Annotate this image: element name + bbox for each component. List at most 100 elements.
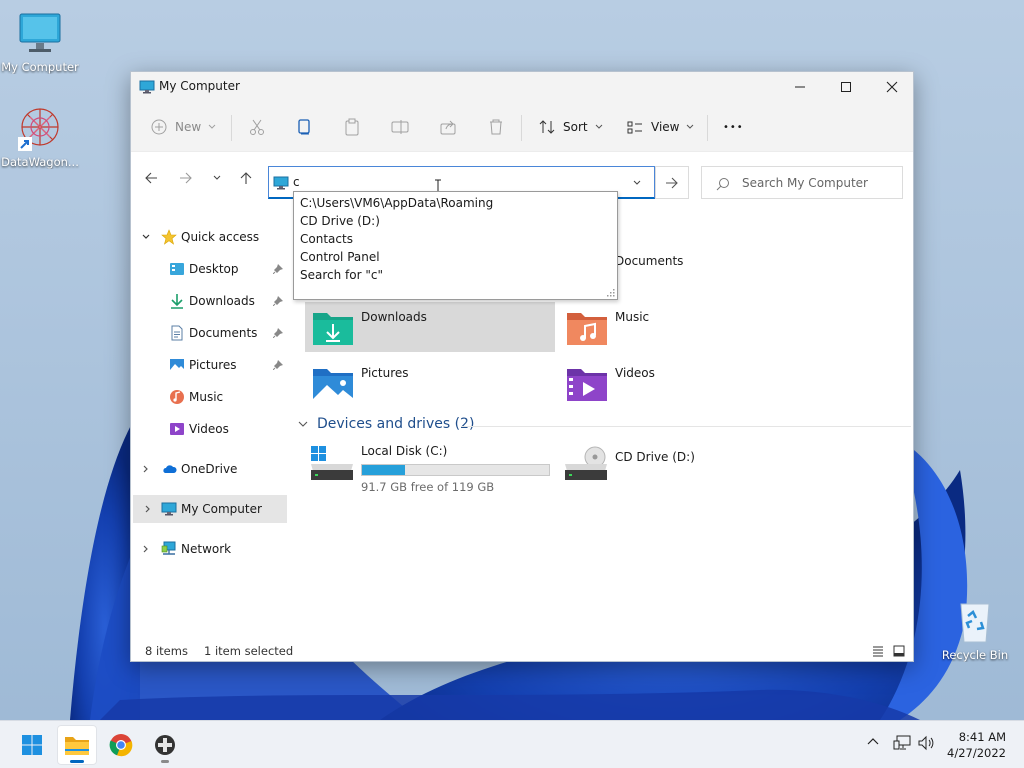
- rename-button[interactable]: [391, 112, 409, 142]
- drive-local-disk-c[interactable]: Local Disk (C:) 91.7 GB free of 119 GB: [305, 442, 555, 494]
- paste-button[interactable]: [343, 112, 361, 142]
- autocomplete-item[interactable]: Contacts: [294, 230, 617, 248]
- sidebar-item-documents[interactable]: Documents: [131, 319, 287, 347]
- pin-icon[interactable]: [273, 264, 283, 274]
- cloud-icon: [163, 465, 177, 473]
- sidebar-item-network[interactable]: Network: [131, 535, 287, 563]
- taskbar: 8:41 AM 4/27/2022: [0, 720, 1024, 768]
- go-to-address-button[interactable]: [655, 166, 689, 199]
- chevron-up-icon[interactable]: [866, 735, 880, 749]
- search-placeholder: Search My Computer: [742, 176, 868, 190]
- speaker-icon[interactable]: [917, 735, 935, 751]
- active-indicator: [70, 760, 84, 763]
- folder-music[interactable]: Music: [559, 302, 809, 352]
- chevron-right-icon[interactable]: [143, 504, 153, 514]
- start-button[interactable]: [12, 725, 52, 765]
- autocomplete-item[interactable]: Search for "c": [294, 266, 617, 284]
- back-button[interactable]: [141, 168, 161, 188]
- chevron-down-icon: [213, 175, 221, 180]
- tiles-view-icon[interactable]: [893, 645, 905, 657]
- autocomplete-item[interactable]: C:\Users\VM6\AppData\Roaming: [294, 194, 617, 212]
- share-button[interactable]: [439, 112, 457, 142]
- chevron-down-icon: [208, 124, 216, 129]
- rename-icon: [391, 120, 409, 134]
- folder-downloads[interactable]: Downloads: [305, 302, 555, 352]
- system-clock[interactable]: 8:41 AM 4/27/2022: [947, 729, 1006, 761]
- drive-cd-d[interactable]: CD Drive (D:): [559, 442, 809, 494]
- pin-icon[interactable]: [273, 360, 283, 370]
- disk-usage-bar: [361, 464, 550, 476]
- folder-icon: [65, 737, 89, 755]
- desktop-folder-icon: [170, 263, 184, 275]
- pictures-folder-icon: [313, 369, 353, 401]
- sidebar-item-quick-access[interactable]: Quick access: [131, 223, 287, 251]
- maximize-icon: [841, 82, 851, 92]
- sidebar-item-videos[interactable]: Videos: [131, 415, 287, 443]
- scissors-icon: [250, 119, 264, 135]
- taskbar-game-app[interactable]: [145, 725, 185, 765]
- share-icon: [440, 120, 456, 135]
- pin-icon[interactable]: [273, 328, 283, 338]
- more-options-button[interactable]: •••: [723, 112, 744, 142]
- sort-icon: [539, 120, 555, 134]
- taskbar-file-explorer[interactable]: [57, 725, 97, 765]
- autocomplete-item[interactable]: Control Panel: [294, 248, 617, 266]
- section-divider: [461, 426, 911, 427]
- selection-count: 1 item selected: [204, 644, 294, 658]
- minimize-button[interactable]: [777, 72, 823, 102]
- network-monitor-icon[interactable]: [893, 735, 911, 751]
- title-bar[interactable]: My Computer: [131, 72, 913, 102]
- music-folder-icon: [567, 313, 607, 345]
- forward-button[interactable]: [176, 168, 196, 188]
- pictures-icon: [170, 359, 184, 371]
- arrow-right-icon: [666, 177, 678, 188]
- videos-folder-icon: [567, 369, 607, 401]
- clipboard-icon: [345, 118, 359, 136]
- trash-icon: [490, 119, 502, 135]
- plus-circle-icon: [151, 119, 167, 135]
- chevron-right-icon[interactable]: [141, 464, 151, 474]
- autocomplete-item[interactable]: CD Drive (D:): [294, 212, 617, 230]
- search-icon: [716, 178, 729, 191]
- desktop-icon-recycle-bin[interactable]: Recycle Bin: [935, 598, 1015, 662]
- disk-usage-fill: [362, 465, 405, 475]
- devices-and-drives-header[interactable]: Devices and drives (2): [297, 416, 474, 432]
- sidebar-item-desktop[interactable]: Desktop: [131, 255, 287, 283]
- copy-button[interactable]: [295, 112, 313, 142]
- chevron-right-icon[interactable]: [141, 544, 151, 554]
- delete-button[interactable]: [487, 112, 505, 142]
- recent-locations-button[interactable]: [207, 168, 227, 188]
- chevron-down-icon[interactable]: [632, 178, 642, 188]
- copy-icon: [298, 119, 310, 135]
- maximize-button[interactable]: [823, 72, 869, 102]
- recycle-bin-icon: [951, 598, 999, 646]
- sidebar-item-pictures[interactable]: Pictures: [131, 351, 287, 379]
- gamepad-icon: [155, 735, 175, 755]
- music-icon: [170, 390, 184, 404]
- chevron-down-icon[interactable]: [141, 232, 151, 242]
- taskbar-chrome[interactable]: [101, 725, 141, 765]
- sidebar-item-music[interactable]: Music: [131, 383, 287, 411]
- search-input[interactable]: Search My Computer: [701, 166, 903, 199]
- sidebar-item-my-computer[interactable]: My Computer: [133, 495, 287, 523]
- folder-videos[interactable]: Videos: [559, 358, 809, 408]
- sidebar-item-onedrive[interactable]: OneDrive: [131, 455, 287, 483]
- folder-pictures[interactable]: Pictures: [305, 358, 555, 408]
- sidebar-item-downloads[interactable]: Downloads: [131, 287, 287, 315]
- desktop-icon-my-computer[interactable]: My Computer: [0, 10, 80, 74]
- close-button[interactable]: [869, 72, 915, 102]
- pin-icon[interactable]: [273, 296, 283, 306]
- view-button[interactable]: View: [627, 112, 695, 142]
- sort-button[interactable]: Sort: [539, 112, 604, 142]
- up-button[interactable]: [236, 168, 256, 188]
- clock-time: 8:41 AM: [958, 730, 1006, 744]
- cut-button[interactable]: [248, 112, 266, 142]
- network-icon: [161, 541, 176, 555]
- desktop-icon-datawagon[interactable]: DataWagon...: [0, 105, 80, 169]
- resize-grip-icon[interactable]: [607, 289, 615, 297]
- item-count: 8 items: [145, 644, 188, 658]
- details-view-icon[interactable]: [872, 645, 884, 657]
- new-button[interactable]: New: [151, 112, 217, 142]
- clock-date: 4/27/2022: [947, 746, 1006, 760]
- downloads-folder-icon: [313, 313, 353, 345]
